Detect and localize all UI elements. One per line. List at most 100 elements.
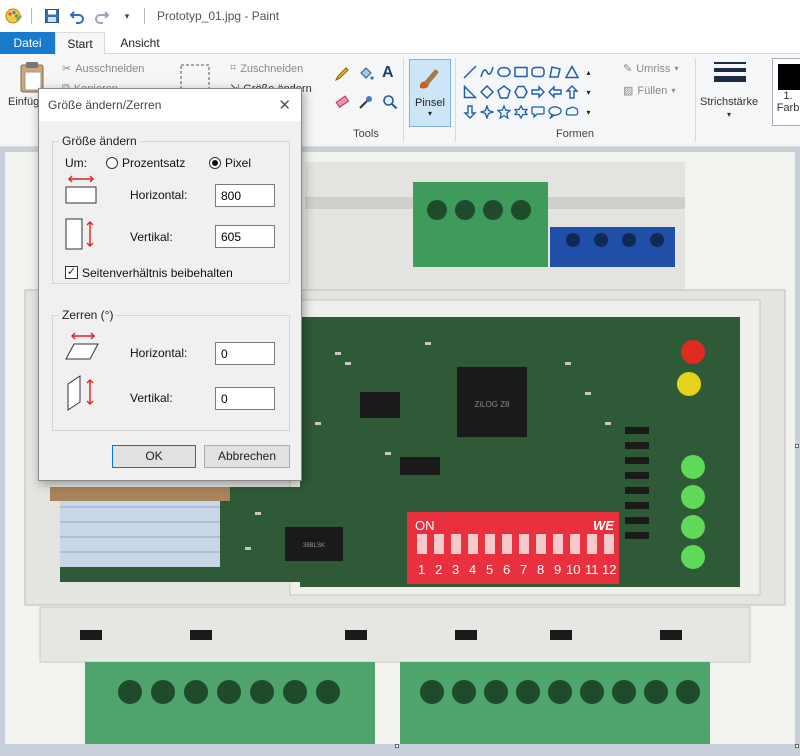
color1-button[interactable]: 1. Farb <box>772 58 800 126</box>
stroke-width-icon[interactable] <box>714 62 746 82</box>
triangle-shape-icon[interactable] <box>563 62 580 82</box>
percent-radio[interactable] <box>106 157 118 169</box>
window-title: Prototyp_01.jpg - Paint <box>157 9 280 23</box>
fill-dropdown-icon: ▾ <box>671 86 676 95</box>
pencil-icon[interactable] <box>334 66 350 82</box>
text-tool-icon[interactable]: A <box>382 64 394 82</box>
diamond-shape-icon[interactable] <box>478 82 495 102</box>
line-shape-icon[interactable] <box>461 62 478 82</box>
rounded-rectangle-shape-icon[interactable] <box>529 62 546 82</box>
down-arrow-shape-icon[interactable] <box>461 102 478 122</box>
chip-label: ZiLOG Z8 <box>474 400 510 409</box>
oval-callout-shape-icon[interactable] <box>546 102 563 122</box>
dip-number-11: 11 <box>585 562 599 577</box>
paste-button[interactable]: Einfüg <box>8 96 39 108</box>
crop-button[interactable]: ⌗ Zuschneiden <box>230 62 303 75</box>
curve-shape-icon[interactable] <box>478 62 495 82</box>
resize-horizontal-label: Horizontal: <box>130 188 188 202</box>
resize-handle-bottom[interactable] <box>395 744 399 748</box>
skew-vertical-input[interactable] <box>215 387 275 410</box>
fill-button[interactable]: ▨ Füllen ▾ <box>623 84 676 98</box>
skew-horizontal-input[interactable] <box>215 342 275 365</box>
resize-vertical-input[interactable] <box>215 225 275 248</box>
dip-we-label: WE <box>593 518 614 533</box>
dip-number-2: 2 <box>435 562 442 577</box>
gallery-scroll-down-icon[interactable]: ▾ <box>580 82 597 102</box>
outline-label: Umriss <box>636 62 671 75</box>
outline-icon: ✎ <box>623 63 633 75</box>
shapes-separator <box>695 58 696 142</box>
dip-number-6: 6 <box>503 562 510 577</box>
dip-number-12: 12 <box>602 562 616 577</box>
five-point-star-shape-icon[interactable] <box>495 102 512 122</box>
paste-label: Einfüg <box>8 96 40 108</box>
cloud-callout-shape-icon[interactable] <box>563 102 580 122</box>
resize-horizontal-input[interactable] <box>215 184 275 207</box>
tab-file[interactable]: Datei <box>0 32 55 54</box>
six-point-star-shape-icon[interactable] <box>512 102 529 122</box>
right-arrow-shape-icon[interactable] <box>529 82 546 102</box>
skew-legend: Zerren (°) <box>59 308 117 322</box>
resize-handle-corner[interactable] <box>795 744 799 748</box>
undo-icon[interactable] <box>66 5 88 27</box>
up-arrow-shape-icon[interactable] <box>563 82 580 102</box>
title-bar: ▾ Prototyp_01.jpg - Paint <box>0 0 800 32</box>
hexagon-shape-icon[interactable] <box>512 82 529 102</box>
right-triangle-shape-icon[interactable] <box>461 82 478 102</box>
gallery-scroll-up-icon[interactable]: ▴ <box>580 62 597 82</box>
rectangle-shape-icon[interactable] <box>512 62 529 82</box>
ribbon-tabs: Datei Start Ansicht <box>0 32 800 55</box>
tab-view[interactable]: Ansicht <box>110 32 170 54</box>
title-separator <box>144 8 145 24</box>
redo-icon[interactable] <box>91 5 113 27</box>
crop-icon: ⌗ <box>230 62 237 74</box>
fill-bucket-icon[interactable] <box>358 66 374 82</box>
resize-legend: Größe ändern <box>59 134 140 148</box>
customize-quick-access-icon[interactable]: ▾ <box>116 5 138 27</box>
eraser-icon[interactable] <box>334 94 350 110</box>
gallery-expand-icon[interactable]: ▾ <box>580 102 597 122</box>
keep-ratio-label: Seitenverhältnis beibehalten <box>82 266 233 280</box>
paint-app-icon[interactable] <box>3 5 25 27</box>
color-picker-icon[interactable] <box>358 94 374 110</box>
dip-number-1: 1 <box>418 562 425 577</box>
crop-label: Zuschneiden <box>240 62 304 75</box>
skew-horizontal-label: Horizontal: <box>130 346 188 360</box>
small-chip-label: 38BLSK <box>303 543 325 549</box>
pentagon-shape-icon[interactable] <box>495 82 512 102</box>
brush-dropdown-icon: ▾ <box>427 109 432 118</box>
tab-start[interactable]: Start <box>55 32 105 55</box>
resize-handle-right[interactable] <box>795 444 799 448</box>
dip-number-5: 5 <box>486 562 493 577</box>
oval-shape-icon[interactable] <box>495 62 512 82</box>
brush-button[interactable]: Pinsel ▾ <box>409 59 451 127</box>
left-arrow-shape-icon[interactable] <box>546 82 563 102</box>
ok-button[interactable]: OK <box>112 445 196 468</box>
magnifier-icon[interactable] <box>382 94 398 110</box>
close-icon[interactable]: ✕ <box>278 96 291 114</box>
shapes-gallery: ▴ ▾ ▾ <box>461 62 603 122</box>
dialog-title: Größe ändern/Zerren <box>48 98 162 112</box>
outline-button[interactable]: ✎ Umriss ▾ <box>623 62 678 76</box>
cut-button[interactable]: ✂ Ausschneiden <box>62 62 144 76</box>
pixel-label: Pixel <box>225 156 252 170</box>
color1-swatch <box>778 64 800 90</box>
pixel-radio[interactable] <box>209 157 221 169</box>
vertical-resize-icon <box>65 218 94 250</box>
horizontal-resize-icon <box>65 175 97 204</box>
dip-number-3: 3 <box>452 562 459 577</box>
dip-number-10: 10 <box>566 562 580 577</box>
select-icon[interactable] <box>180 64 210 90</box>
cancel-button[interactable]: Abbrechen <box>204 445 290 468</box>
shapes-group-label: Formen <box>556 128 594 140</box>
brush-separator <box>455 58 456 142</box>
rounded-callout-shape-icon[interactable] <box>529 102 546 122</box>
stroke-dropdown-icon[interactable]: ▾ <box>727 110 731 119</box>
stroke-width-button[interactable]: Strichstärke <box>700 96 758 108</box>
dip-number-8: 8 <box>537 562 544 577</box>
four-point-star-shape-icon[interactable] <box>478 102 495 122</box>
polygon-shape-icon[interactable] <box>546 62 563 82</box>
tools-group-label: Tools <box>353 128 379 140</box>
keep-ratio-checkbox[interactable]: ✓ <box>65 266 78 279</box>
save-icon[interactable] <box>41 5 63 27</box>
